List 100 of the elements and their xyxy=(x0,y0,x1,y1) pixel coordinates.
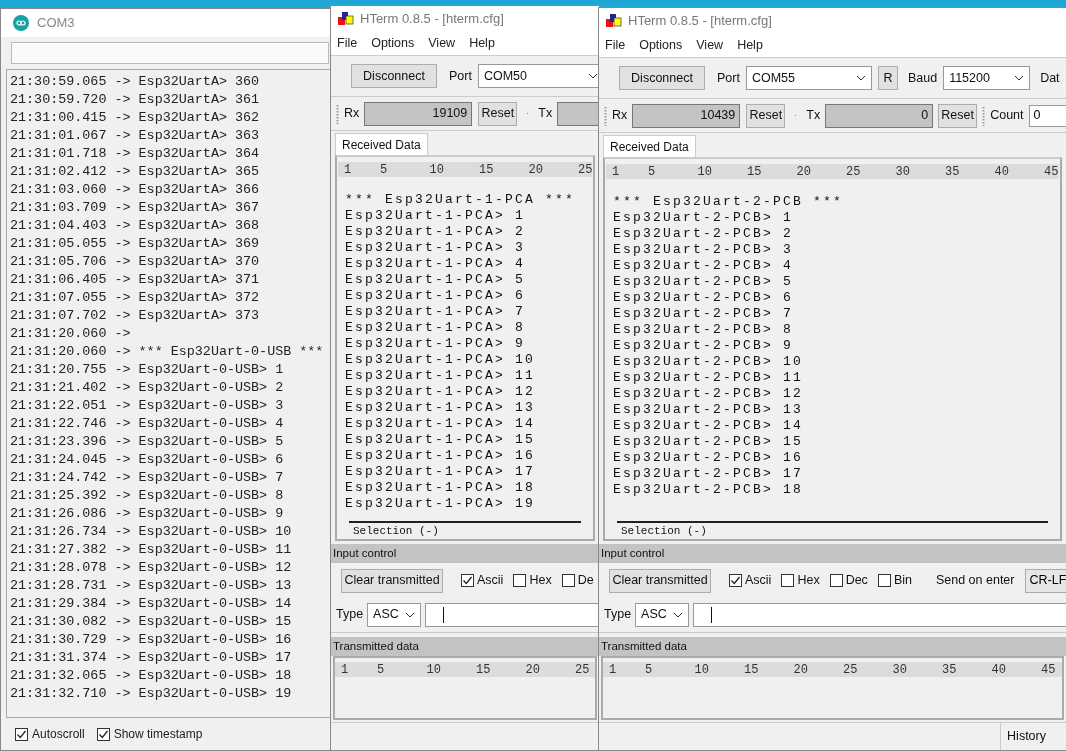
rx-label: Rx xyxy=(612,107,628,125)
log-line: 21:31:31.374 -> Esp32Uart-0-USB> 17 xyxy=(10,649,292,667)
format-label[interactable]: Dec xyxy=(845,571,868,590)
section-header: Transmitted data xyxy=(331,637,599,656)
format-label[interactable]: Ascii xyxy=(477,571,504,590)
port-dropdown[interactable]: COM55 xyxy=(745,66,872,90)
received-line: Esp32Uart-2-PCB> 16 xyxy=(613,450,804,466)
log-line: 21:31:24.742 -> Esp32Uart-0-USB> 7 xyxy=(10,469,284,487)
button[interactable]: Reset xyxy=(938,103,978,128)
checkbox[interactable] xyxy=(729,574,742,587)
checkbox[interactable] xyxy=(877,574,891,587)
count-field[interactable]: 0 xyxy=(1028,104,1066,127)
log-line: 21:31:01.718 -> Esp32UartA> 364 xyxy=(10,145,260,163)
log-line: 21:31:30.729 -> Esp32Uart-0-USB> 16 xyxy=(10,631,292,649)
received-line: Esp32Uart-2-PCB> 5 xyxy=(613,274,794,290)
log-line: 21:31:32.065 -> Esp32Uart-0-USB> 18 xyxy=(10,667,292,685)
grip-icon[interactable] xyxy=(982,105,986,126)
received-line: Esp32Uart-1-PCA> 14 xyxy=(345,416,536,432)
received-line: Esp32Uart-1-PCA> 3 xyxy=(345,240,526,256)
option-label[interactable]: Autoscroll xyxy=(32,725,85,743)
received-line: Esp32Uart-2-PCB> 12 xyxy=(613,386,804,402)
tx-label: Tx xyxy=(806,107,821,125)
received-line: Esp32Uart-1-PCA> 15 xyxy=(345,432,536,448)
checkbox[interactable] xyxy=(461,574,474,587)
received-line: Esp32Uart-2-PCB> 17 xyxy=(613,466,804,482)
received-data-tab[interactable]: Received Data xyxy=(335,133,428,155)
received-line: Esp32Uart-2-PCB> 9 xyxy=(613,338,794,354)
received-line: Esp32Uart-2-PCB> 7 xyxy=(613,306,794,322)
received-line: Esp32Uart-2-PCB> 2 xyxy=(613,226,794,242)
button[interactable]: Disconnect xyxy=(351,64,437,88)
grip-icon[interactable] xyxy=(336,103,339,124)
button[interactable]: Clear transmitted xyxy=(341,568,443,593)
log-line: 21:30:59.720 -> Esp32UartA> 361 xyxy=(10,91,260,109)
received-line: Esp32Uart-2-PCB> 3 xyxy=(613,242,794,258)
send-on-enter-dropdown[interactable]: CR-LF xyxy=(1024,568,1066,593)
button[interactable]: Clear transmitted xyxy=(609,568,711,593)
checkbox[interactable] xyxy=(829,574,843,587)
format-label[interactable]: De xyxy=(577,571,594,590)
checkbox[interactable] xyxy=(561,574,575,587)
menu-item[interactable]: Options xyxy=(639,35,683,55)
app-logo-icon xyxy=(338,11,354,26)
section-header: Input control xyxy=(331,544,599,563)
baud-dropdown[interactable]: 115200 xyxy=(943,66,1031,90)
received-line: Esp32Uart-2-PCB> 10 xyxy=(613,354,804,370)
format-label[interactable]: Ascii xyxy=(745,571,772,590)
format-label[interactable]: Bin xyxy=(893,571,912,590)
input-field[interactable] xyxy=(693,602,1066,627)
format-label[interactable]: Hex xyxy=(529,571,552,590)
log-line: 21:31:28.731 -> Esp32Uart-0-USB> 13 xyxy=(10,577,292,595)
button[interactable]: R xyxy=(877,66,898,90)
grip-icon[interactable] xyxy=(604,105,607,126)
type-label: Type xyxy=(604,606,632,624)
log-line: 21:31:32.710 -> Esp32Uart-0-USB> 19 xyxy=(10,685,292,703)
received-line: Esp32Uart-1-PCA> 8 xyxy=(345,320,526,336)
log-line: 21:31:01.067 -> Esp32UartA> 363 xyxy=(10,127,260,145)
infinity-logo-icon xyxy=(13,15,29,31)
checkbox[interactable] xyxy=(96,727,110,741)
button[interactable]: Reset xyxy=(746,103,786,128)
type-dropdown[interactable]: ASC xyxy=(635,602,690,627)
app-logo-icon xyxy=(606,13,622,28)
menu-item[interactable]: File xyxy=(605,35,626,55)
received-line: Esp32Uart-1-PCA> 13 xyxy=(345,400,536,416)
checkbox[interactable] xyxy=(781,574,795,587)
received-line: Esp32Uart-1-PCA> 6 xyxy=(345,288,526,304)
chevron-icon xyxy=(587,73,598,79)
received-line: Esp32Uart-2-PCB> 1 xyxy=(613,210,794,226)
section-header: Input control xyxy=(599,544,1066,563)
button[interactable]: Reset xyxy=(478,101,518,126)
format-label[interactable]: Hex xyxy=(797,571,820,590)
menu-item[interactable]: Help xyxy=(737,35,763,55)
received-line: Esp32Uart-2-PCB> 11 xyxy=(613,370,804,386)
menu-item[interactable]: View xyxy=(696,35,724,55)
received-line: Esp32Uart-2-PCB> 15 xyxy=(613,434,804,450)
type-dropdown[interactable]: ASC xyxy=(367,602,422,627)
menu-item[interactable]: View xyxy=(428,33,456,53)
log-line: 21:31:05.055 -> Esp32UartA> 369 xyxy=(10,235,260,253)
port-dropdown[interactable]: COM50 xyxy=(477,64,599,88)
section-header: Transmitted data xyxy=(599,637,1066,656)
log-line: 21:31:03.709 -> Esp32UartA> 367 xyxy=(10,199,260,217)
received-line: Esp32Uart-2-PCB> 14 xyxy=(613,418,804,434)
option-label[interactable]: Show timestamp xyxy=(113,725,203,743)
column-ruler: 1 5 10 15 20 25 30 35 40 45 xyxy=(606,164,1059,179)
log-line: 21:31:20.060 -> xyxy=(10,325,131,343)
checkbox[interactable] xyxy=(513,574,527,587)
menu-item[interactable]: Help xyxy=(469,33,495,53)
log-line: 21:31:02.412 -> Esp32UartA> 365 xyxy=(10,163,260,181)
log-line: 21:31:30.082 -> Esp32Uart-0-USB> 15 xyxy=(10,613,292,631)
checkbox[interactable] xyxy=(15,727,28,741)
menu-item[interactable]: File xyxy=(337,33,358,53)
menu-item[interactable]: Options xyxy=(371,33,415,53)
input-field[interactable] xyxy=(11,42,329,64)
received-line: Esp32Uart-1-PCA> 4 xyxy=(345,256,526,272)
button[interactable]: Disconnect xyxy=(619,66,705,90)
chevron-icon xyxy=(673,611,684,618)
window-title: HTerm 0.8.5 - [hterm.cfg] xyxy=(628,11,772,30)
chevron-icon xyxy=(855,75,866,81)
received-data-tab[interactable]: Received Data xyxy=(603,135,696,157)
port-label: Port xyxy=(717,69,740,87)
received-line: *** Esp32Uart-2-PCB *** xyxy=(613,194,844,210)
history-button[interactable]: History xyxy=(1000,723,1066,750)
